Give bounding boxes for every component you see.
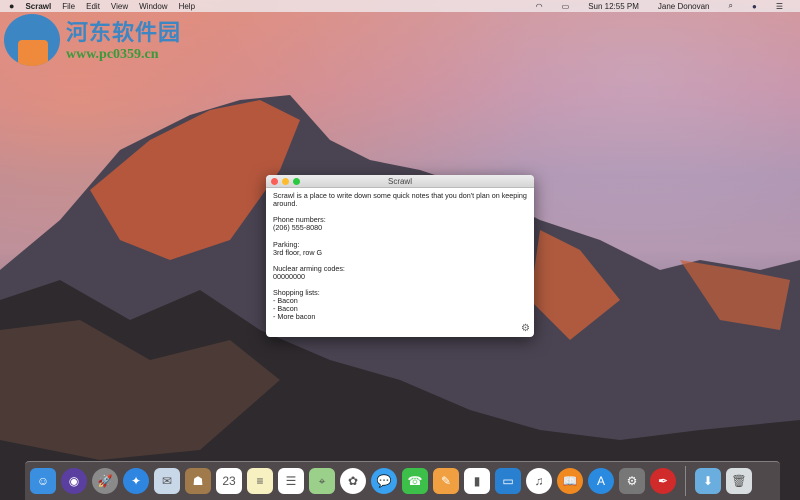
- dock-trash-icon[interactable]: 🗑: [726, 468, 752, 494]
- watermark-url: www.pc0359.cn: [66, 47, 159, 62]
- dock-ibooks-icon[interactable]: 📖: [557, 468, 583, 494]
- dock-downloads-icon[interactable]: ⬇: [695, 468, 721, 494]
- watermark-name: 河东软件园: [66, 20, 182, 46]
- zoom-button[interactable]: [293, 178, 300, 185]
- dock-photos-icon[interactable]: ✿: [340, 468, 366, 494]
- notes-text-area[interactable]: Scrawl is a place to write down some qui…: [266, 188, 534, 326]
- dock-itunes-icon[interactable]: ♫: [526, 468, 552, 494]
- dock-messages-icon[interactable]: 💬: [371, 468, 397, 494]
- dock-reminders-icon[interactable]: ☰: [278, 468, 304, 494]
- dock-app-store-icon[interactable]: A: [588, 468, 614, 494]
- menu-help[interactable]: Help: [179, 2, 195, 11]
- dock-facetime-icon[interactable]: ☎: [402, 468, 428, 494]
- scrawl-window: Scrawl Scrawl is a place to write down s…: [266, 175, 534, 337]
- dock-calendar-icon[interactable]: 23: [216, 468, 242, 494]
- notification-center-icon[interactable]: ☰: [776, 2, 783, 11]
- dock-numbers-icon[interactable]: ▮: [464, 468, 490, 494]
- apple-icon[interactable]: ●: [9, 1, 14, 11]
- wifi-icon[interactable]: ◠: [536, 2, 543, 11]
- menu-bar: ● Scrawl File Edit View Window Help ◠ ▭ …: [0, 0, 800, 12]
- watermark-logo: [4, 14, 60, 66]
- dock-contacts-icon[interactable]: ☗: [185, 468, 211, 494]
- minimize-button[interactable]: [282, 178, 289, 185]
- menu-view[interactable]: View: [111, 2, 128, 11]
- title-bar[interactable]: Scrawl: [266, 175, 534, 188]
- user-name[interactable]: Jane Donovan: [658, 2, 710, 11]
- dock-launchpad-icon[interactable]: 🚀: [92, 468, 118, 494]
- search-icon[interactable]: ⌕: [729, 1, 733, 11]
- gear-icon[interactable]: ⚙: [521, 323, 530, 334]
- dock-system-preferences-icon[interactable]: ⚙: [619, 468, 645, 494]
- dock-keynote-icon[interactable]: ▭: [495, 468, 521, 494]
- dock-siri-icon[interactable]: ◉: [61, 468, 87, 494]
- dock-maps-icon[interactable]: ⌖: [309, 468, 335, 494]
- dock-separator: [685, 466, 686, 496]
- dock-notes-icon[interactable]: ≡: [247, 468, 273, 494]
- dock-scrawl-icon[interactable]: ✒: [650, 468, 676, 494]
- menu-app-scrawl[interactable]: Scrawl: [25, 2, 51, 11]
- menu-window[interactable]: Window: [139, 2, 167, 11]
- clock[interactable]: Sun 12:55 PM: [588, 2, 639, 11]
- dock-safari-icon[interactable]: ✦: [123, 468, 149, 494]
- menu-file[interactable]: File: [62, 2, 75, 11]
- dock-pages-icon[interactable]: ✎: [433, 468, 459, 494]
- menu-edit[interactable]: Edit: [86, 2, 100, 11]
- close-button[interactable]: [271, 178, 278, 185]
- airplay-icon[interactable]: ▭: [562, 2, 570, 11]
- dock-finder-icon[interactable]: ☺: [30, 468, 56, 494]
- dock: ☺ ◉ 🚀 ✦ ✉ ☗ 23 ≡ ☰ ⌖ ✿ 💬 ☎ ✎ ▮ ▭ ♫ 📖 A ⚙ ✒ ⬇ 🗑: [25, 461, 780, 500]
- window-title: Scrawl: [387, 177, 412, 186]
- dock-mail-icon[interactable]: ✉: [154, 468, 180, 494]
- watermark: 河东软件园 www.pc0359.cn: [4, 12, 204, 72]
- siri-icon[interactable]: ●: [752, 2, 757, 11]
